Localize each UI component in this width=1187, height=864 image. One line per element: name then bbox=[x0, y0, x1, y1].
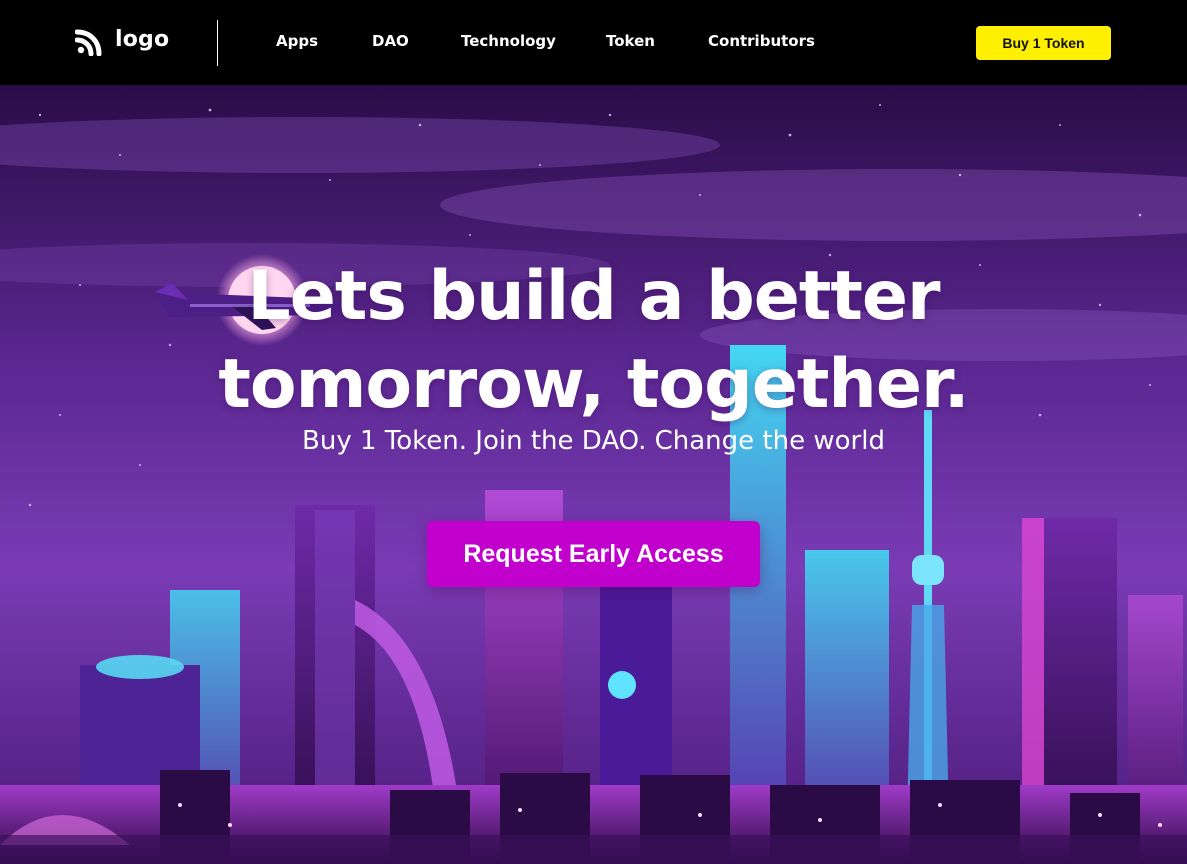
nav-link-dao[interactable]: DAO bbox=[372, 32, 409, 50]
hero-subtitle: Buy 1 Token. Join the DAO. Change the wo… bbox=[302, 426, 885, 456]
request-early-access-button[interactable]: Request Early Access bbox=[427, 521, 760, 587]
hero-section: Lets build a better tomorrow, together. … bbox=[0, 85, 1187, 864]
logo[interactable]: logo bbox=[75, 24, 169, 56]
hero-title-line2: tomorrow, together. bbox=[218, 345, 969, 424]
nav-link-contributors[interactable]: Contributors bbox=[708, 32, 815, 50]
hero-title: Lets build a better tomorrow, together. bbox=[0, 253, 1187, 429]
buy-token-button[interactable]: Buy 1 Token bbox=[976, 26, 1111, 60]
top-nav: logo Apps DAO Technology Token Contribut… bbox=[0, 0, 1187, 85]
nav-link-token[interactable]: Token bbox=[606, 32, 655, 50]
nav-link-technology[interactable]: Technology bbox=[461, 32, 556, 50]
hero-title-line1: Lets build a better bbox=[247, 257, 940, 336]
nav-divider bbox=[217, 20, 218, 66]
city-skyline-illustration bbox=[0, 85, 1187, 864]
wifi-signal-icon bbox=[75, 29, 102, 56]
nav-link-apps[interactable]: Apps bbox=[276, 32, 318, 50]
logo-text: logo bbox=[115, 27, 170, 52]
